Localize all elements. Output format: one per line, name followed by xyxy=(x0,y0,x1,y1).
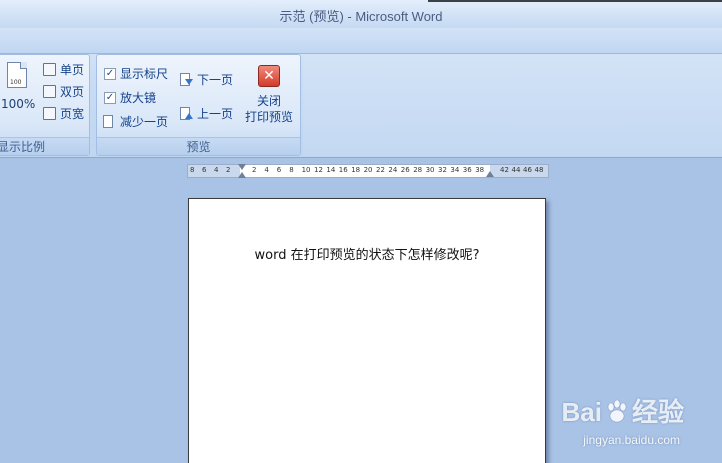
next-page-label: 下一页 xyxy=(197,73,234,87)
zoom-100-button[interactable]: 100% xyxy=(1,97,35,111)
ruler-number: 32 xyxy=(438,166,447,174)
ruler-number: 14 xyxy=(326,166,336,174)
zoom-group: 100 100% 单页 双页 页宽 显示比例 xyxy=(0,54,90,156)
show-ruler-label: 显示标尺 xyxy=(120,67,169,81)
document-page[interactable]: word 在打印预览的状态下怎样修改呢? xyxy=(188,198,546,463)
ruler-number: 30 xyxy=(425,166,435,174)
ruler-number: 4 xyxy=(264,166,269,174)
ruler-number: 26 xyxy=(400,166,410,174)
shrink-page-icon xyxy=(102,114,116,129)
doc-fold-icon xyxy=(20,62,27,69)
magnifier-check-icon: ✓ xyxy=(104,91,116,104)
ruler-number: 48 xyxy=(534,166,544,174)
one-page-icon xyxy=(43,63,56,76)
ruler-number: 36 xyxy=(462,166,472,174)
two-pages-icon xyxy=(43,85,56,98)
two-pages-label: 双页 xyxy=(60,85,85,99)
ruler-number: 10 xyxy=(301,166,311,174)
ruler-number: 24 xyxy=(388,166,398,174)
previous-page-label: 上一页 xyxy=(197,107,234,121)
close-icon: ✕ xyxy=(258,65,280,87)
ruler-number: 8 xyxy=(190,166,195,174)
document-text: word 在打印预览的状态下怎样修改呢? xyxy=(254,248,480,263)
one-page-button[interactable]: 单页 xyxy=(43,61,84,78)
ruler-number: 12 xyxy=(314,166,323,174)
first-line-indent-marker[interactable] xyxy=(238,164,246,170)
next-page-button[interactable]: 下一页 xyxy=(179,71,233,88)
ruler-number: 16 xyxy=(338,166,348,174)
ruler-number: 42 xyxy=(500,166,509,174)
ruler-number: 18 xyxy=(351,166,361,174)
magnifier-label: 放大镜 xyxy=(120,91,157,105)
ribbon: 100 100% 单页 双页 页宽 显示比例 ✓ 显示标尺 ✓ 放大镜 减少一页 xyxy=(0,28,722,158)
page-width-icon xyxy=(43,107,56,120)
zoom-group-label: 显示比例 xyxy=(0,137,89,155)
logo-text-right: 经验 xyxy=(631,397,684,427)
ruler-number: 46 xyxy=(523,166,532,174)
ribbon-tab-strip xyxy=(0,28,722,54)
preview-group-label: 预览 xyxy=(97,137,300,155)
shrink-one-page-button[interactable]: 减少一页 xyxy=(102,113,168,130)
window-title: 示范 (预览) - Microsoft Word xyxy=(279,9,443,24)
paw-icon xyxy=(607,399,627,423)
ribbon-empty-area xyxy=(303,54,722,156)
close-label-line2: 打印预览 xyxy=(244,110,293,124)
previous-page-icon xyxy=(179,106,193,121)
show-ruler-check-icon: ✓ xyxy=(104,67,116,80)
zoom-doc-icon[interactable]: 100 xyxy=(7,62,27,88)
ruler-number: 20 xyxy=(363,166,373,174)
logo-text-left: Bai xyxy=(561,397,602,427)
left-indent-marker[interactable] xyxy=(238,172,246,178)
page-width-label: 页宽 xyxy=(60,107,85,121)
preview-group: ✓ 显示标尺 ✓ 放大镜 减少一页 下一页 上一页 ✕ 关闭 打印预览 预览 xyxy=(96,54,301,156)
ruler-number: 2 xyxy=(226,166,231,174)
doc-icon-number: 100 xyxy=(10,79,22,86)
close-print-preview-button[interactable]: ✕ 关闭 打印预览 xyxy=(243,65,295,125)
ruler-number: 2 xyxy=(252,166,257,174)
title-bar: 示范 (预览) - Microsoft Word xyxy=(0,0,722,28)
ruler-number: 22 xyxy=(376,166,385,174)
right-indent-marker[interactable] xyxy=(486,171,494,177)
one-page-label: 单页 xyxy=(60,63,85,77)
previous-page-button[interactable]: 上一页 xyxy=(179,105,233,122)
page-width-button[interactable]: 页宽 xyxy=(43,105,84,122)
ruler-number: 4 xyxy=(214,166,219,174)
watermark-url: jingyan.baidu.com xyxy=(583,433,680,447)
shrink-one-page-label: 减少一页 xyxy=(120,115,169,129)
ruler-number: 38 xyxy=(475,166,485,174)
baidu-jingyan-logo: Bai 经验 xyxy=(562,392,684,429)
ruler-number: 44 xyxy=(511,166,521,174)
ruler-number: 34 xyxy=(450,166,460,174)
show-ruler-checkbox[interactable]: ✓ 显示标尺 xyxy=(104,65,168,82)
ruler-number: 6 xyxy=(276,166,282,174)
ruler-number: 28 xyxy=(413,166,423,174)
title-bar-edge xyxy=(428,0,722,2)
next-page-icon xyxy=(179,72,193,87)
two-pages-button[interactable]: 双页 xyxy=(43,83,84,100)
close-label-line1: 关闭 xyxy=(256,94,281,108)
ruler-number: 8 xyxy=(289,166,294,174)
magnifier-checkbox[interactable]: ✓ 放大镜 xyxy=(104,89,156,106)
horizontal-ruler[interactable]: 8 6 4 2 2 4 6 8 10 12 14 16 18 20 22 24 26 28 30 32 34 36 38 42… xyxy=(187,164,549,178)
ruler-number: 6 xyxy=(202,166,207,174)
